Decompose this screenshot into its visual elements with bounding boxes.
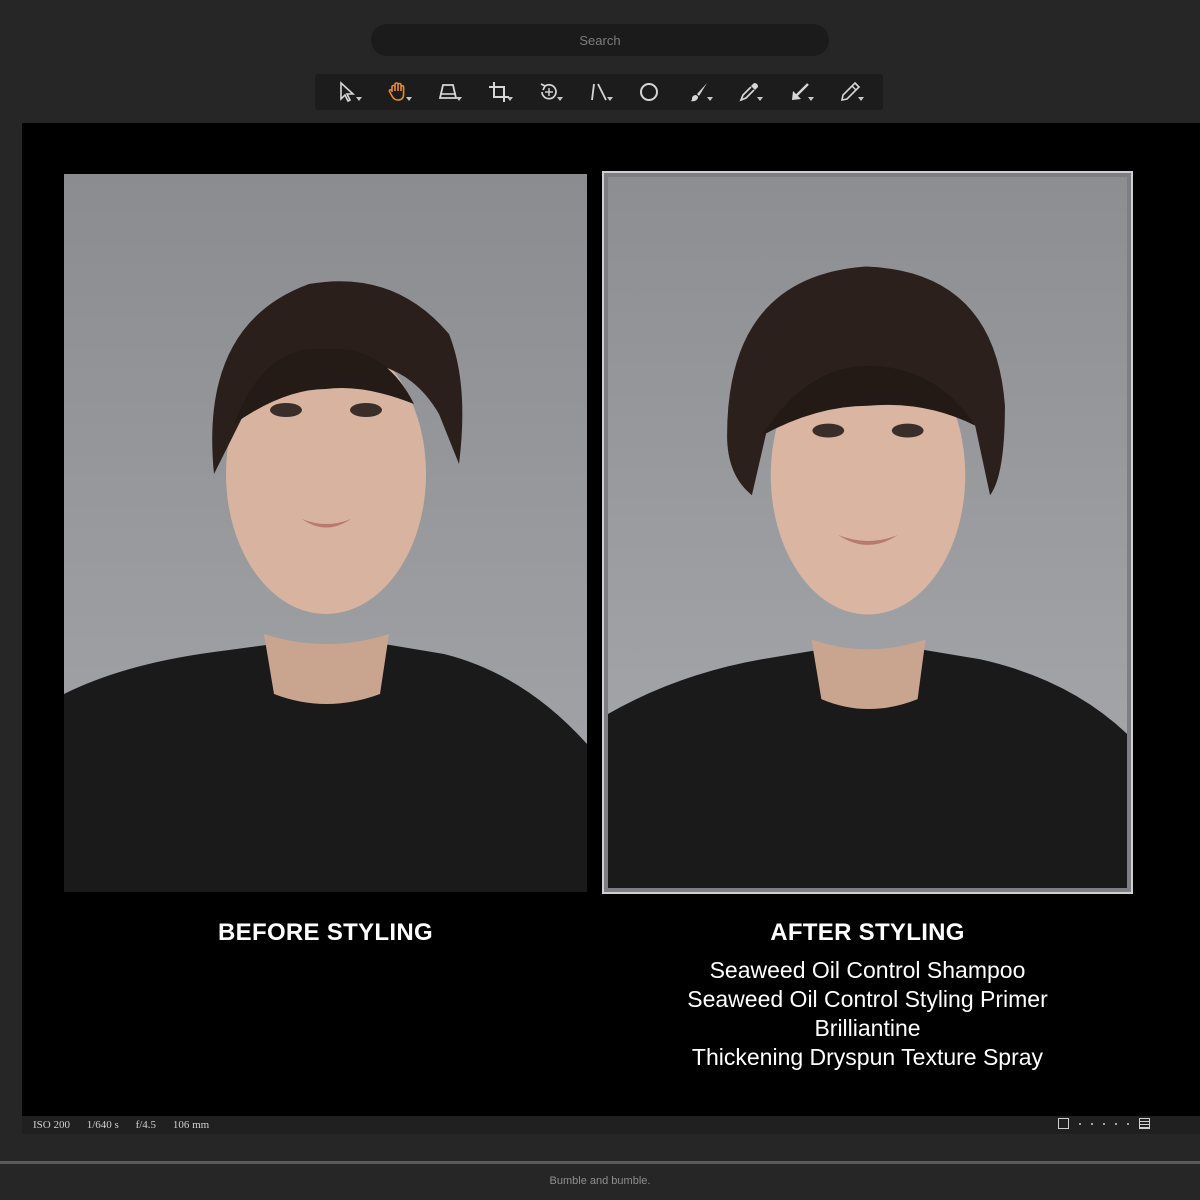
chevron-down-icon xyxy=(506,97,513,101)
eyedropper-icon xyxy=(739,83,759,102)
before-styling-title: BEFORE STYLING xyxy=(218,919,433,946)
divider xyxy=(0,1161,1200,1164)
after-photo[interactable] xyxy=(602,171,1133,894)
tool-circle[interactable] xyxy=(629,77,669,107)
product-item: Brilliantine xyxy=(814,1015,921,1041)
aperture-value: f/4.5 xyxy=(135,1119,157,1131)
grid-view-icon[interactable] xyxy=(1139,1118,1150,1129)
page-dot-icon[interactable] xyxy=(1115,1122,1117,1125)
arrow-pick-icon xyxy=(791,83,809,100)
tool-arrow-pick[interactable] xyxy=(780,77,820,107)
search-bar[interactable] xyxy=(371,23,829,57)
pencil-icon xyxy=(840,81,860,102)
chevron-down-icon xyxy=(456,97,463,101)
image-viewer: BEFORE STYLING AFTER STYLING Seaweed Oil… xyxy=(22,123,1200,1116)
product-item: Seaweed Oil Control Styling Primer xyxy=(687,986,1048,1012)
single-view-icon[interactable] xyxy=(1058,1118,1069,1129)
tool-keystone[interactable] xyxy=(428,77,468,107)
portrait-image xyxy=(608,177,1127,888)
view-mode-controls xyxy=(1058,1118,1150,1129)
tool-rotate[interactable] xyxy=(529,77,569,107)
hand-pan-icon xyxy=(388,82,405,101)
brush-icon xyxy=(690,83,708,102)
tool-crop[interactable] xyxy=(479,77,519,107)
rotate-icon xyxy=(540,83,557,100)
chevron-down-icon xyxy=(707,97,714,101)
chevron-down-icon xyxy=(857,97,864,101)
iso-value: ISO 200 xyxy=(33,1119,70,1131)
product-item: Seaweed Oil Control Shampoo xyxy=(709,957,1026,983)
focal-length-value: 106 mm xyxy=(172,1119,210,1131)
keystone-icon xyxy=(439,84,458,99)
page-dot-icon[interactable] xyxy=(1079,1122,1081,1125)
exif-info: ISO 200 1/640 s f/4.5 106 mm xyxy=(22,1119,212,1131)
status-bar: ISO 200 1/640 s f/4.5 106 mm xyxy=(22,1116,1200,1134)
chevron-down-icon xyxy=(757,97,764,101)
tool-straighten[interactable] xyxy=(579,77,619,107)
product-item: Thickening Dryspun Texture Spray xyxy=(691,1044,1044,1070)
pointer-icon xyxy=(340,81,356,103)
chevron-down-icon xyxy=(606,97,613,101)
chevron-down-icon xyxy=(406,97,413,101)
toolbar xyxy=(315,74,883,110)
page-dot-icon[interactable] xyxy=(1091,1122,1093,1125)
search-input[interactable] xyxy=(371,23,829,57)
chevron-down-icon xyxy=(556,97,563,101)
circle-select-icon xyxy=(640,83,659,101)
crop-icon xyxy=(488,82,509,102)
before-photo[interactable] xyxy=(64,174,587,892)
tool-hand[interactable] xyxy=(378,77,418,107)
chevron-down-icon xyxy=(356,97,363,101)
chevron-down-icon xyxy=(807,97,814,101)
straighten-icon xyxy=(591,83,607,101)
after-styling-title: AFTER STYLING xyxy=(770,919,965,946)
page-dot-icon[interactable] xyxy=(1103,1122,1105,1125)
footer-caption: Bumble and bumble. xyxy=(549,1175,651,1187)
shutter-value: 1/640 s xyxy=(86,1119,119,1131)
portrait-image xyxy=(64,174,587,892)
page-dot-icon[interactable] xyxy=(1127,1122,1129,1125)
tool-pencil[interactable] xyxy=(830,77,870,107)
tool-brush[interactable] xyxy=(679,77,719,107)
tool-pointer[interactable] xyxy=(328,77,368,107)
product-list: Seaweed Oil Control Shampoo Seaweed Oil … xyxy=(582,956,1153,1072)
tool-eyedropper[interactable] xyxy=(729,77,769,107)
